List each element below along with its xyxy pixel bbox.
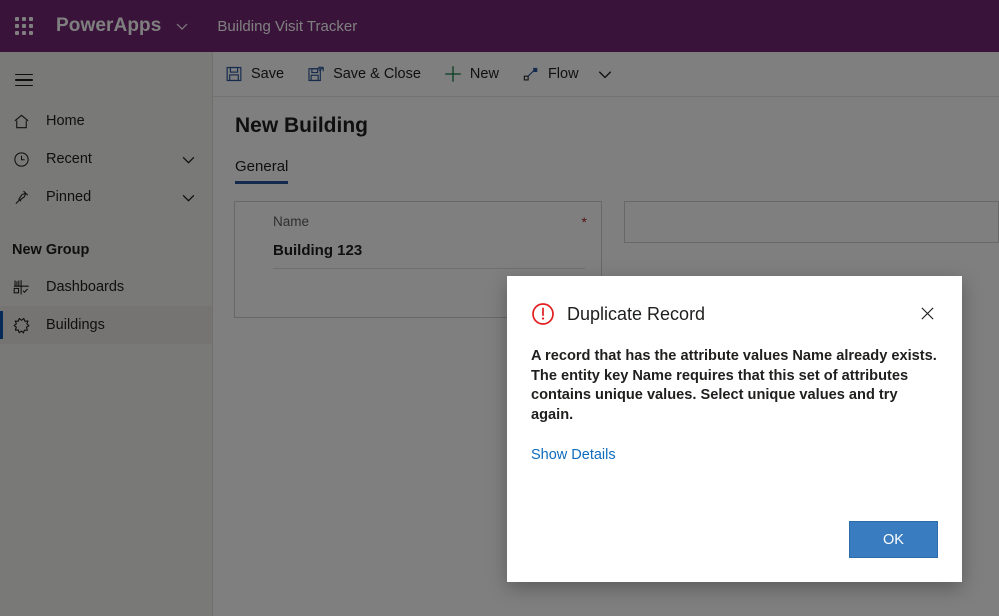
dialog-footer: OK [507,521,962,582]
duplicate-record-dialog: Duplicate Record A record that has the a… [507,276,962,582]
error-circle-icon [531,302,555,326]
dialog-message: A record that has the attribute values N… [507,326,962,425]
close-icon[interactable] [912,298,942,328]
dialog-message-line: The entity key Name requires that this s… [531,367,909,384]
dialog-message-line: A record that has the attribute values N… [531,348,937,364]
show-details-link[interactable]: Show Details [531,447,616,463]
dialog-header: Duplicate Record [507,276,962,326]
ok-button[interactable]: OK [849,521,938,558]
dialog-message-line: contains unique values. Select unique va… [531,387,898,423]
dialog-title: Duplicate Record [567,303,706,324]
